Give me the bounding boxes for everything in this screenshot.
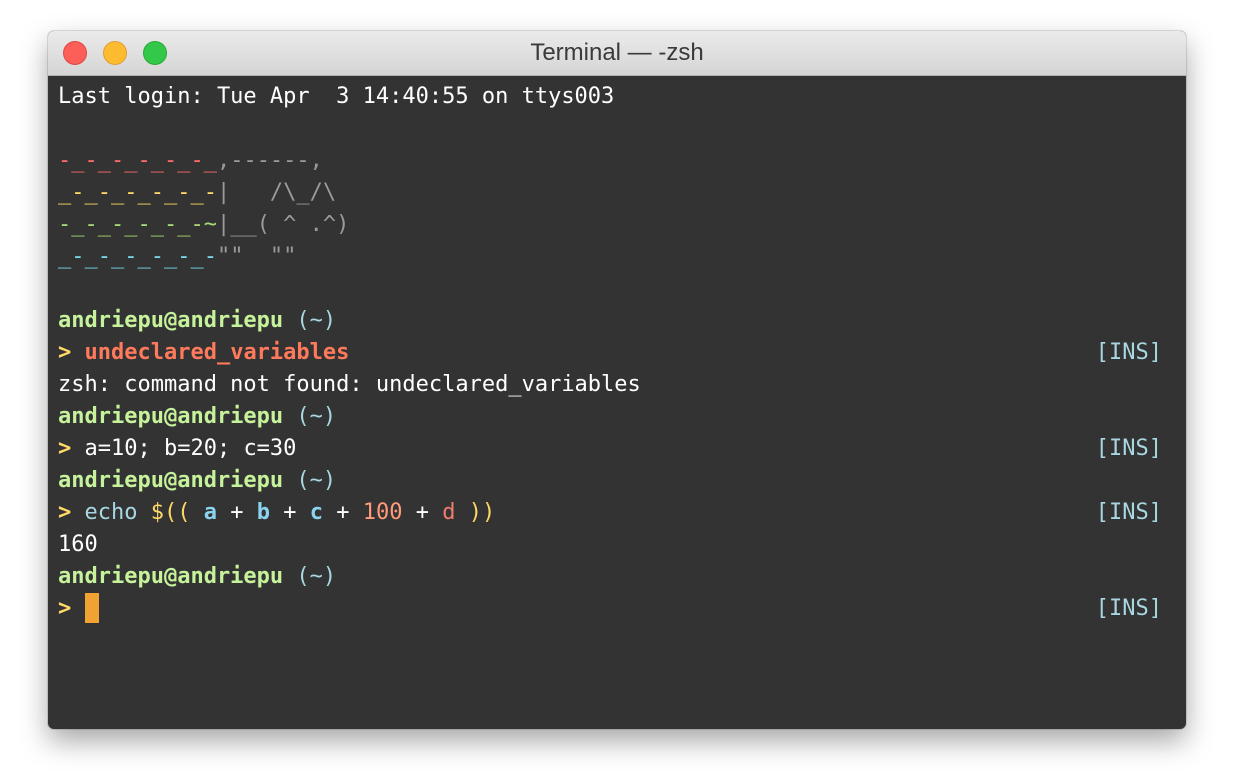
ascii-art-row: _-_-_-_-_-_-| /\_/\ (58, 177, 1186, 209)
prompt-line: andriepu@andriepu (~) (58, 401, 1186, 433)
prompt-arrow: > (58, 596, 72, 621)
number-literal: 100 (362, 500, 403, 525)
window-title: Terminal — -zsh (530, 39, 704, 66)
plus-op: + (415, 500, 429, 525)
mode-indicator: [INS] (1095, 500, 1162, 525)
ascii-art-row: -_-_-_-_-_-_,------, (58, 145, 1186, 177)
arith-open: $(( (150, 500, 191, 525)
terminal-window: Terminal — -zsh Last login: Tue Apr 3 14… (48, 31, 1186, 729)
plus-op: + (336, 500, 350, 525)
prompt-dir: (~) (296, 468, 337, 493)
var-b: b (256, 500, 270, 525)
prompt-line: andriepu@andriepu (~) (58, 465, 1186, 497)
echo-keyword: echo (84, 500, 138, 525)
var-a: a (203, 500, 217, 525)
output-line: zsh: command not found: undeclared_varia… (58, 372, 641, 397)
terminal-content[interactable]: Last login: Tue Apr 3 14:40:55 on ttys00… (48, 76, 1186, 625)
rainbow-trail-yellow: _-_-_-_-_-_- (58, 180, 217, 205)
cat-body: |__( ^ .^) (216, 212, 350, 237)
prompt-arrow: > (58, 436, 72, 461)
prompt-line: andriepu@andriepu (~) (58, 305, 1186, 337)
command-text: undeclared_variables (84, 340, 350, 365)
var-c: c (309, 500, 323, 525)
ascii-art-row: -_-_-_-_-_-~|__( ^ .^) (58, 209, 1186, 241)
command-line: > undeclared_variables [INS] (58, 337, 1186, 369)
mode-indicator: [INS] (1095, 596, 1162, 621)
command-line: > a=10; b=20; c=30 [INS] (58, 433, 1186, 465)
rainbow-trail-green: -_-_-_-_-_-~ (58, 212, 217, 237)
ascii-art-row: _-_-_-_-_-_-"" "" (58, 241, 1186, 273)
prompt-dir: (~) (296, 564, 337, 589)
prompt-user: andriepu@andriepu (58, 404, 284, 429)
prompt-dir: (~) (296, 308, 337, 333)
cat-body: "" "" (216, 244, 297, 269)
plus-op: + (283, 500, 297, 525)
prompt-user: andriepu@andriepu (58, 564, 284, 589)
active-command-line[interactable]: > [INS] (58, 592, 1186, 625)
prompt-user: andriepu@andriepu (58, 468, 284, 493)
mode-indicator: [INS] (1095, 340, 1162, 365)
rainbow-trail-red: -_-_-_-_-_-_ (58, 148, 217, 173)
var-d: d (442, 500, 456, 525)
mode-indicator: [INS] (1095, 436, 1162, 461)
prompt-arrow: > (58, 340, 72, 365)
cat-body: | /\_/\ (216, 180, 337, 205)
command-text: a=10; b=20; c=30 (84, 436, 297, 461)
command-line: > echo $(( a + b + c + 100 + d )) [INS] (58, 497, 1186, 529)
title-bar[interactable]: Terminal — -zsh (48, 31, 1186, 76)
rainbow-trail-blue: _-_-_-_-_-_- (58, 244, 217, 269)
prompt-line: andriepu@andriepu (~) (58, 561, 1186, 593)
last-login-line: Last login: Tue Apr 3 14:40:55 on ttys00… (58, 84, 615, 109)
prompt-dir: (~) (296, 404, 337, 429)
prompt-user: andriepu@andriepu (58, 308, 284, 333)
arith-close: )) (468, 500, 496, 525)
output-line: 160 (58, 532, 98, 557)
cat-body: ,------, (216, 148, 323, 173)
plus-op: + (230, 500, 244, 525)
text-cursor[interactable] (84, 592, 99, 623)
prompt-arrow: > (58, 500, 72, 525)
